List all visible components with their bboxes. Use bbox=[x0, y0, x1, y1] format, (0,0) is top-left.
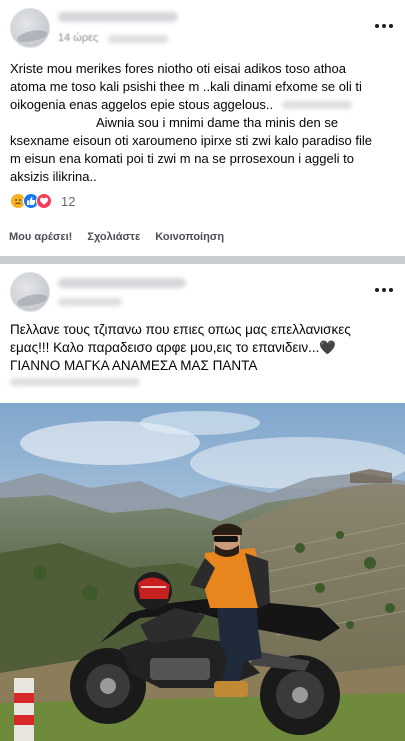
post-timestamp-blurred[interactable] bbox=[58, 298, 122, 306]
reaction-count[interactable]: 12 bbox=[61, 194, 75, 209]
post-timestamp[interactable]: 14 ώρες bbox=[58, 32, 98, 44]
post-body-line: Πελλανε τους τζιπανω που επιες οπως μας … bbox=[10, 322, 351, 337]
reaction-summary[interactable]: 12 bbox=[10, 192, 75, 210]
comment-button[interactable]: Σχολιάστε bbox=[87, 231, 140, 243]
post-body-line: m eisun ena komati poi ti zwi m na se pr… bbox=[10, 151, 354, 166]
author-avatar[interactable] bbox=[10, 272, 50, 312]
post-actions-bar: Μου αρέσει! Σχολιάστε Κοινοποίηση bbox=[0, 222, 405, 252]
post-card: 14 ώρες Xriste mou merikes fores niotho … bbox=[0, 0, 405, 256]
author-name-blurred[interactable] bbox=[58, 278, 186, 288]
share-button[interactable]: Κοινοποίηση bbox=[155, 231, 224, 243]
privacy-meta-blurred bbox=[108, 35, 168, 43]
feed-separator bbox=[0, 256, 405, 264]
post-card: Πελλανε τους τζιπανω που επιες οπως μας … bbox=[0, 264, 405, 741]
more-options-icon[interactable] bbox=[372, 282, 396, 298]
post-body-line: Aiwnia sou i mnimi dame tha minis den se bbox=[96, 115, 339, 130]
post-body-line: ksexname eisoun oti xaroumeno ipirxe sti… bbox=[10, 133, 373, 148]
post-photo-motorcycle-rider[interactable] bbox=[0, 403, 405, 741]
blurred-tag bbox=[10, 378, 140, 386]
post-body-line: Xriste mou merikes fores niotho oti eisa… bbox=[10, 61, 347, 76]
post-body: Πελλανε τους τζιπανω που επιες οπως μας … bbox=[10, 321, 400, 375]
post-body-line: aksizis ilikrina.. bbox=[10, 169, 97, 184]
post-body-line: atoma me toso kali psishi thee m ..kali … bbox=[10, 79, 362, 94]
more-options-icon[interactable] bbox=[372, 18, 396, 34]
author-name-blurred[interactable] bbox=[58, 12, 178, 22]
author-avatar[interactable] bbox=[10, 8, 50, 48]
post-body-line: εμας!!! Καλο παραδεισο αρφε μου,εις το ε… bbox=[10, 340, 337, 355]
blurred-tag bbox=[282, 101, 352, 109]
post-body: Xriste mou merikes fores niotho oti eisa… bbox=[10, 60, 400, 186]
post-body-line: ΓΙΑΝΝΟ ΜΑΓΚΑ ΑΝΑΜΕΣΑ ΜΑΣ ΠΑΝΤΑ bbox=[10, 358, 258, 373]
love-reaction-icon bbox=[36, 193, 52, 209]
roadside-post bbox=[14, 678, 34, 741]
like-button[interactable]: Μου αρέσει! bbox=[9, 231, 72, 243]
